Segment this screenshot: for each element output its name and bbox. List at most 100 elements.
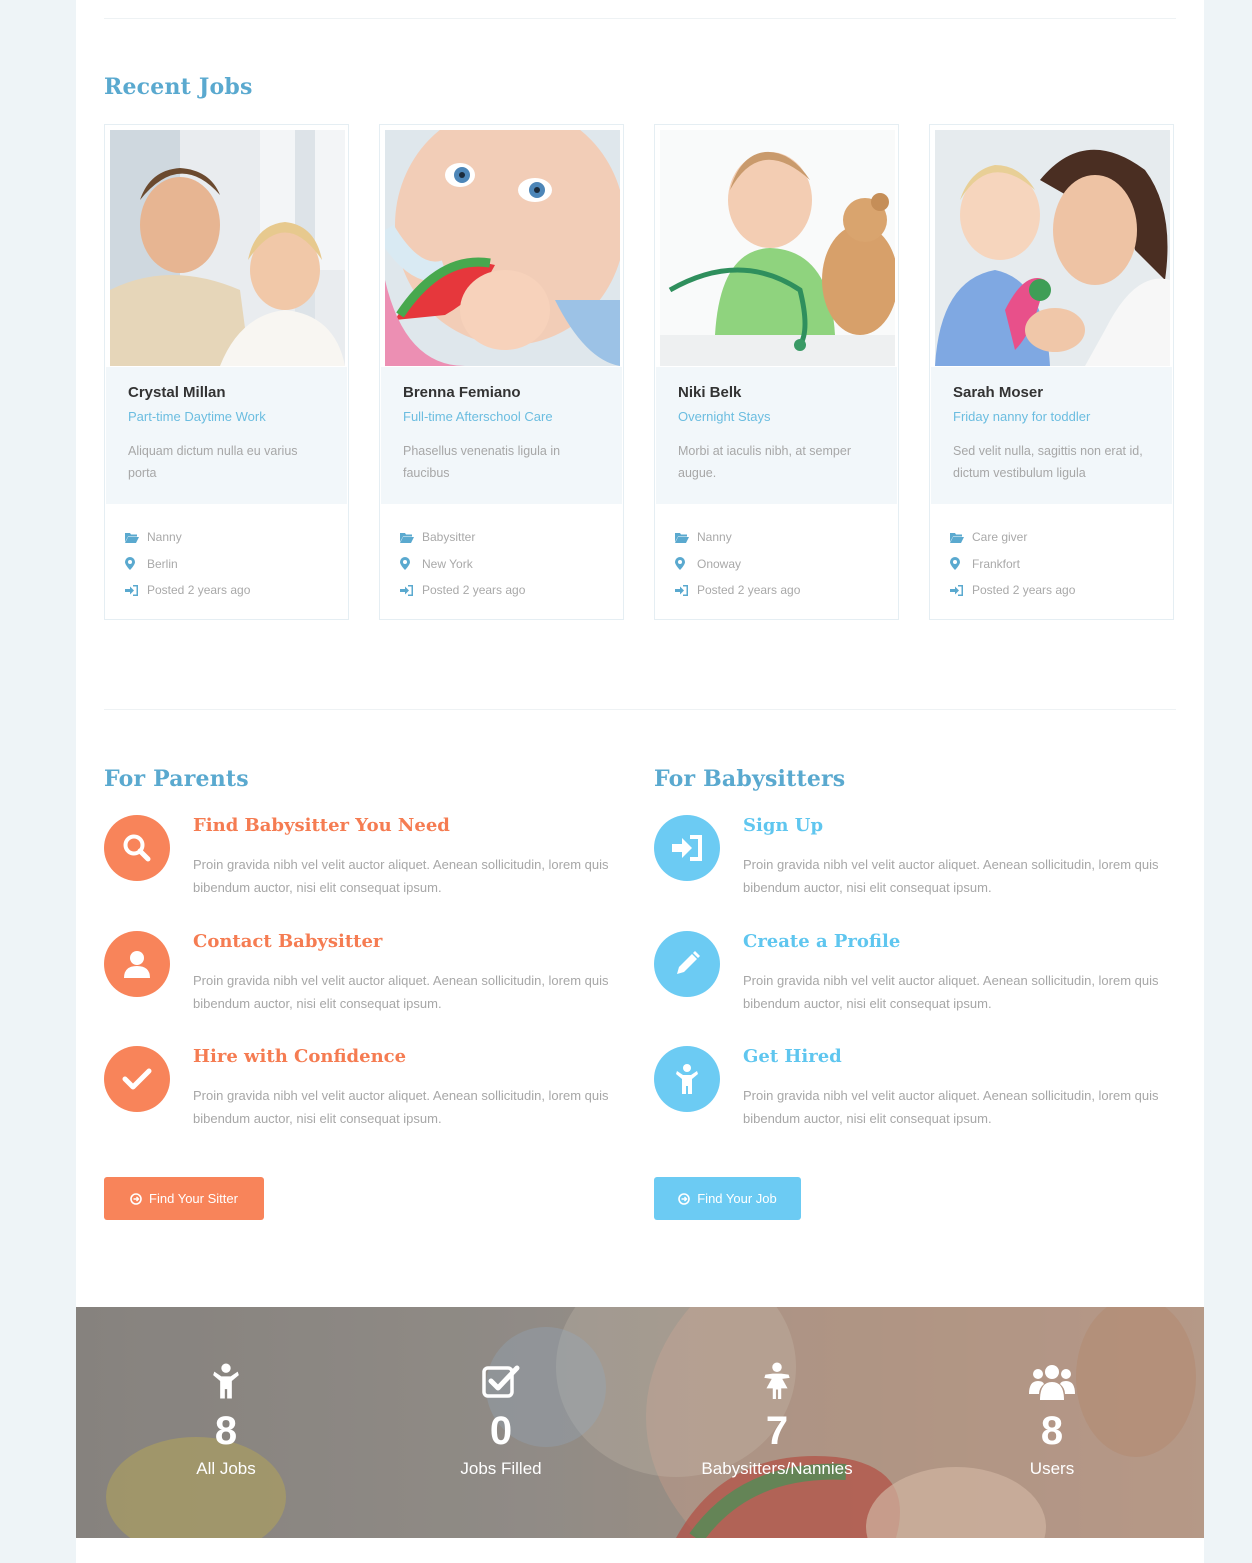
job-photo: [110, 130, 345, 366]
job-description: Sed velit nulla, sagittis non erat id, d…: [953, 444, 1143, 480]
job-posted: Posted 2 years ago: [125, 577, 250, 604]
sign-in-icon: [950, 584, 972, 596]
divider: [104, 709, 1176, 710]
feature-title: Hire with Confidence: [193, 1046, 407, 1067]
page-content: Recent Jobs Crystal Millan Part-time Day…: [76, 0, 1204, 1563]
job-location: Frankfort: [950, 551, 1075, 578]
folder-open-icon: [125, 532, 147, 543]
feature-icon-circle: [104, 1046, 170, 1112]
stat-value: 0: [489, 1409, 513, 1453]
job-info: Sarah Moser Friday nanny for toddler Sed…: [931, 367, 1172, 504]
find-your-job-button[interactable]: Find Your Job: [654, 1177, 801, 1220]
job-info: Brenna Femiano Full-time Afterschool Car…: [381, 367, 622, 504]
map-marker-icon: [400, 557, 422, 571]
job-location: Onoway: [675, 551, 800, 578]
stat-jobs-filled: 0 Jobs Filled: [391, 1307, 611, 1538]
stat-value: 8: [1040, 1409, 1064, 1453]
user-icon: [124, 951, 150, 978]
job-photo: [660, 130, 895, 366]
stat-babysitters: 7 Babysitters/Nannies: [667, 1307, 887, 1538]
folder-open-icon: [675, 532, 697, 543]
job-location: Berlin: [125, 551, 250, 578]
job-title-link[interactable]: Full-time Afterschool Care: [403, 409, 553, 424]
job-employer-name[interactable]: Sarah Moser: [953, 384, 1043, 401]
job-description: Aliquam dictum nulla eu varius porta: [128, 444, 298, 480]
sign-in-icon: [400, 584, 422, 596]
child-icon: [213, 1363, 239, 1399]
job-category: Care giver: [950, 524, 1075, 551]
female-icon: [764, 1362, 790, 1399]
sign-in-icon: [672, 835, 702, 861]
job-meta: Nanny Berlin Posted 2 years ago: [125, 524, 250, 604]
stat-all-jobs: 8 All Jobs: [116, 1307, 336, 1538]
folder-open-icon: [950, 532, 972, 543]
recent-jobs-title: Recent Jobs: [104, 74, 253, 100]
stat-label: Babysitters/Nannies: [701, 1459, 853, 1478]
check-icon: [122, 1068, 152, 1090]
feature-icon-circle: [104, 815, 170, 881]
job-photo: [385, 130, 620, 366]
feature-text: Proin gravida nibh vel velit auctor aliq…: [193, 973, 609, 1011]
job-info: Crystal Millan Part-time Daytime Work Al…: [106, 367, 347, 504]
feature-text: Proin gravida nibh vel velit auctor aliq…: [193, 857, 609, 895]
child-icon: [676, 1064, 698, 1094]
map-marker-icon: [675, 557, 697, 571]
stat-label: Jobs Filled: [460, 1459, 542, 1478]
job-card[interactable]: Sarah Moser Friday nanny for toddler Sed…: [929, 124, 1174, 620]
job-posted: Posted 2 years ago: [400, 577, 525, 604]
job-location: New York: [400, 551, 525, 578]
job-posted: Posted 2 years ago: [675, 577, 800, 604]
job-employer-name[interactable]: Crystal Millan: [128, 384, 226, 401]
feature-title: Sign Up: [743, 815, 824, 836]
job-title-link[interactable]: Overnight Stays: [678, 409, 771, 424]
job-card[interactable]: Crystal Millan Part-time Daytime Work Al…: [104, 124, 349, 620]
sign-in-icon: [125, 584, 147, 596]
job-meta: Babysitter New York Posted 2 years ago: [400, 524, 525, 604]
job-description: Phasellus venenatis ligula in faucibus: [403, 444, 561, 480]
stat-label: Users: [1029, 1459, 1075, 1478]
job-title-link[interactable]: Friday nanny for toddler: [953, 409, 1090, 424]
job-category: Nanny: [125, 524, 250, 551]
job-card[interactable]: Niki Belk Overnight Stays Morbi at iacul…: [654, 124, 899, 620]
for-parents-title: For Parents: [104, 766, 249, 792]
feature-icon-circle: [654, 815, 720, 881]
job-employer-name[interactable]: Brenna Femiano: [403, 384, 521, 401]
stat-value: 7: [765, 1409, 789, 1453]
feature-text: Proin gravida nibh vel velit auctor aliq…: [743, 857, 1159, 895]
feature-text: Proin gravida nibh vel velit auctor aliq…: [743, 973, 1159, 1011]
job-category: Nanny: [675, 524, 800, 551]
checkbox-icon: [482, 1365, 520, 1398]
job-photo: [935, 130, 1170, 366]
feature-icon-circle: [654, 931, 720, 997]
job-description: Morbi at iaculis nibh, at semper augue.: [678, 444, 851, 480]
arrow-circle-icon: [678, 1192, 691, 1205]
find-your-sitter-button[interactable]: Find Your Sitter: [104, 1177, 264, 1220]
feature-text: Proin gravida nibh vel velit auctor aliq…: [743, 1088, 1159, 1126]
job-employer-name[interactable]: Niki Belk: [678, 384, 741, 401]
button-label: Find Your Sitter: [149, 1191, 238, 1206]
users-icon: [1029, 1365, 1075, 1400]
job-cards: Crystal Millan Part-time Daytime Work Al…: [104, 124, 1176, 621]
button-label: Find Your Job: [697, 1191, 777, 1206]
feature-title: Find Babysitter You Need: [193, 815, 450, 836]
feature-icon-circle: [654, 1046, 720, 1112]
folder-open-icon: [400, 532, 422, 543]
pencil-icon: [677, 951, 700, 974]
divider: [104, 18, 1176, 19]
feature-title: Create a Profile: [743, 931, 901, 952]
job-card[interactable]: Brenna Femiano Full-time Afterschool Car…: [379, 124, 624, 620]
sign-in-icon: [675, 584, 697, 596]
job-title-link[interactable]: Part-time Daytime Work: [128, 409, 266, 424]
job-posted: Posted 2 years ago: [950, 577, 1075, 604]
stat-label: All Jobs: [196, 1459, 256, 1478]
job-info: Niki Belk Overnight Stays Morbi at iacul…: [656, 367, 897, 504]
feature-title: Contact Babysitter: [193, 931, 383, 952]
stat-users: 8 Users: [942, 1307, 1162, 1538]
feature-title: Get Hired: [743, 1046, 842, 1067]
arrow-circle-icon: [130, 1192, 142, 1205]
feature-text: Proin gravida nibh vel velit auctor aliq…: [193, 1088, 609, 1126]
stats-band: 8 All Jobs 0 Jobs Filled 7 Babysitters/N…: [76, 1307, 1204, 1538]
job-meta: Care giver Frankfort Posted 2 years ago: [950, 524, 1075, 604]
job-category: Babysitter: [400, 524, 525, 551]
for-babysitters-title: For Babysitters: [654, 766, 846, 792]
